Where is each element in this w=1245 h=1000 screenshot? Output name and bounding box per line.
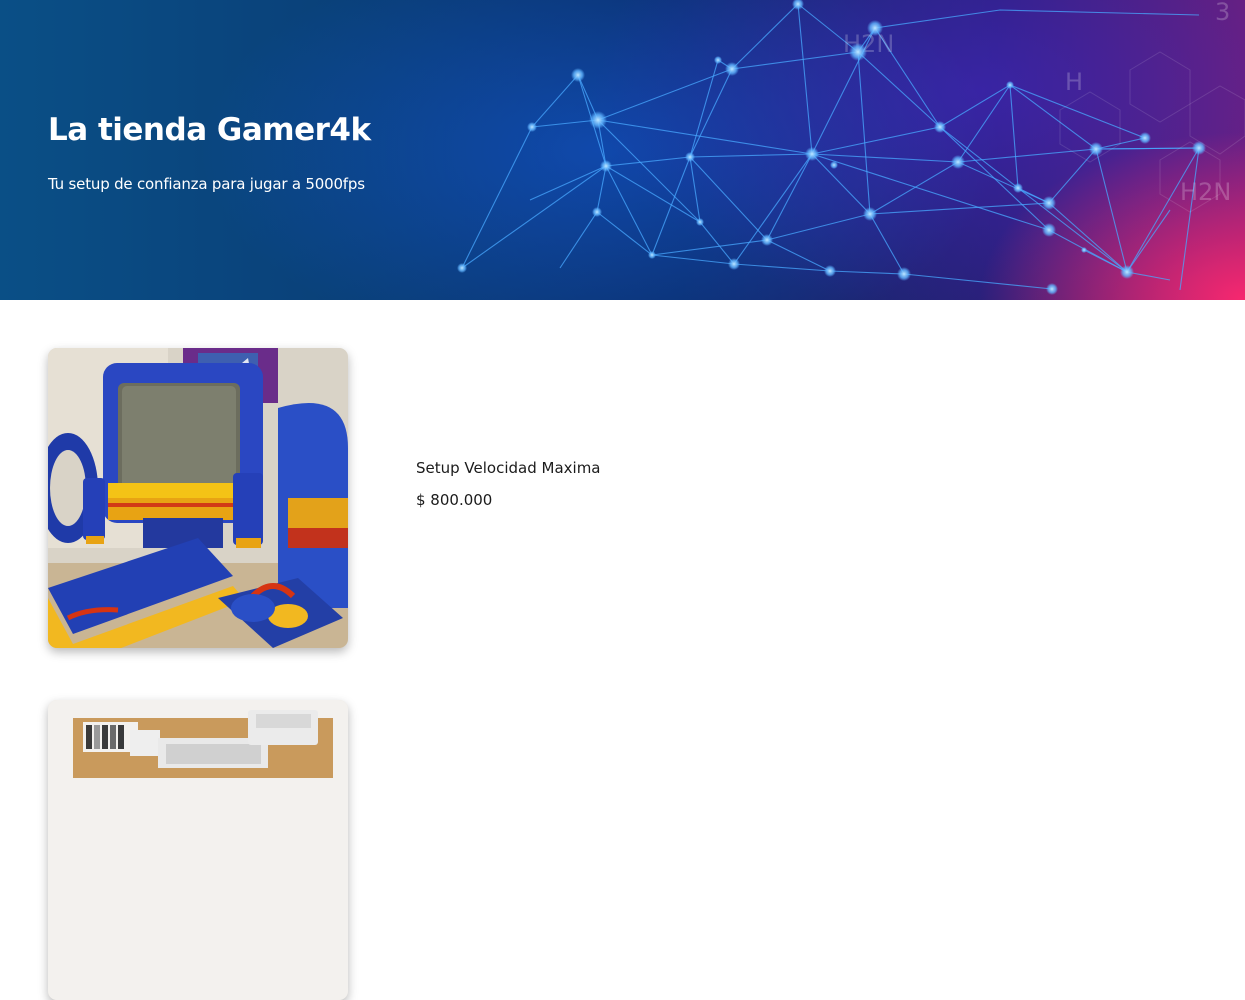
product-image-desk-setup[interactable] (48, 700, 348, 1000)
product-info: Setup Velocidad Maxima $ 800.000 (416, 459, 601, 509)
network-background-graphic: H2N H H2N 3 (457, 0, 1245, 295)
svg-text:3: 3 (1215, 0, 1230, 26)
store-subtitle: Tu setup de confianza para jugar a 5000f… (48, 175, 365, 193)
svg-text:H2N: H2N (1180, 178, 1231, 206)
svg-text:H: H (1065, 68, 1083, 96)
hero-banner: H2N H H2N 3 La tienda Gamer4k Tu setup d… (0, 0, 1245, 300)
product-name[interactable]: Setup Velocidad Maxima (416, 459, 601, 477)
store-title: La tienda Gamer4k (48, 112, 371, 148)
product-price: $ 800.000 (416, 491, 493, 509)
product-image-setup-velocidad-maxima[interactable] (48, 348, 348, 648)
